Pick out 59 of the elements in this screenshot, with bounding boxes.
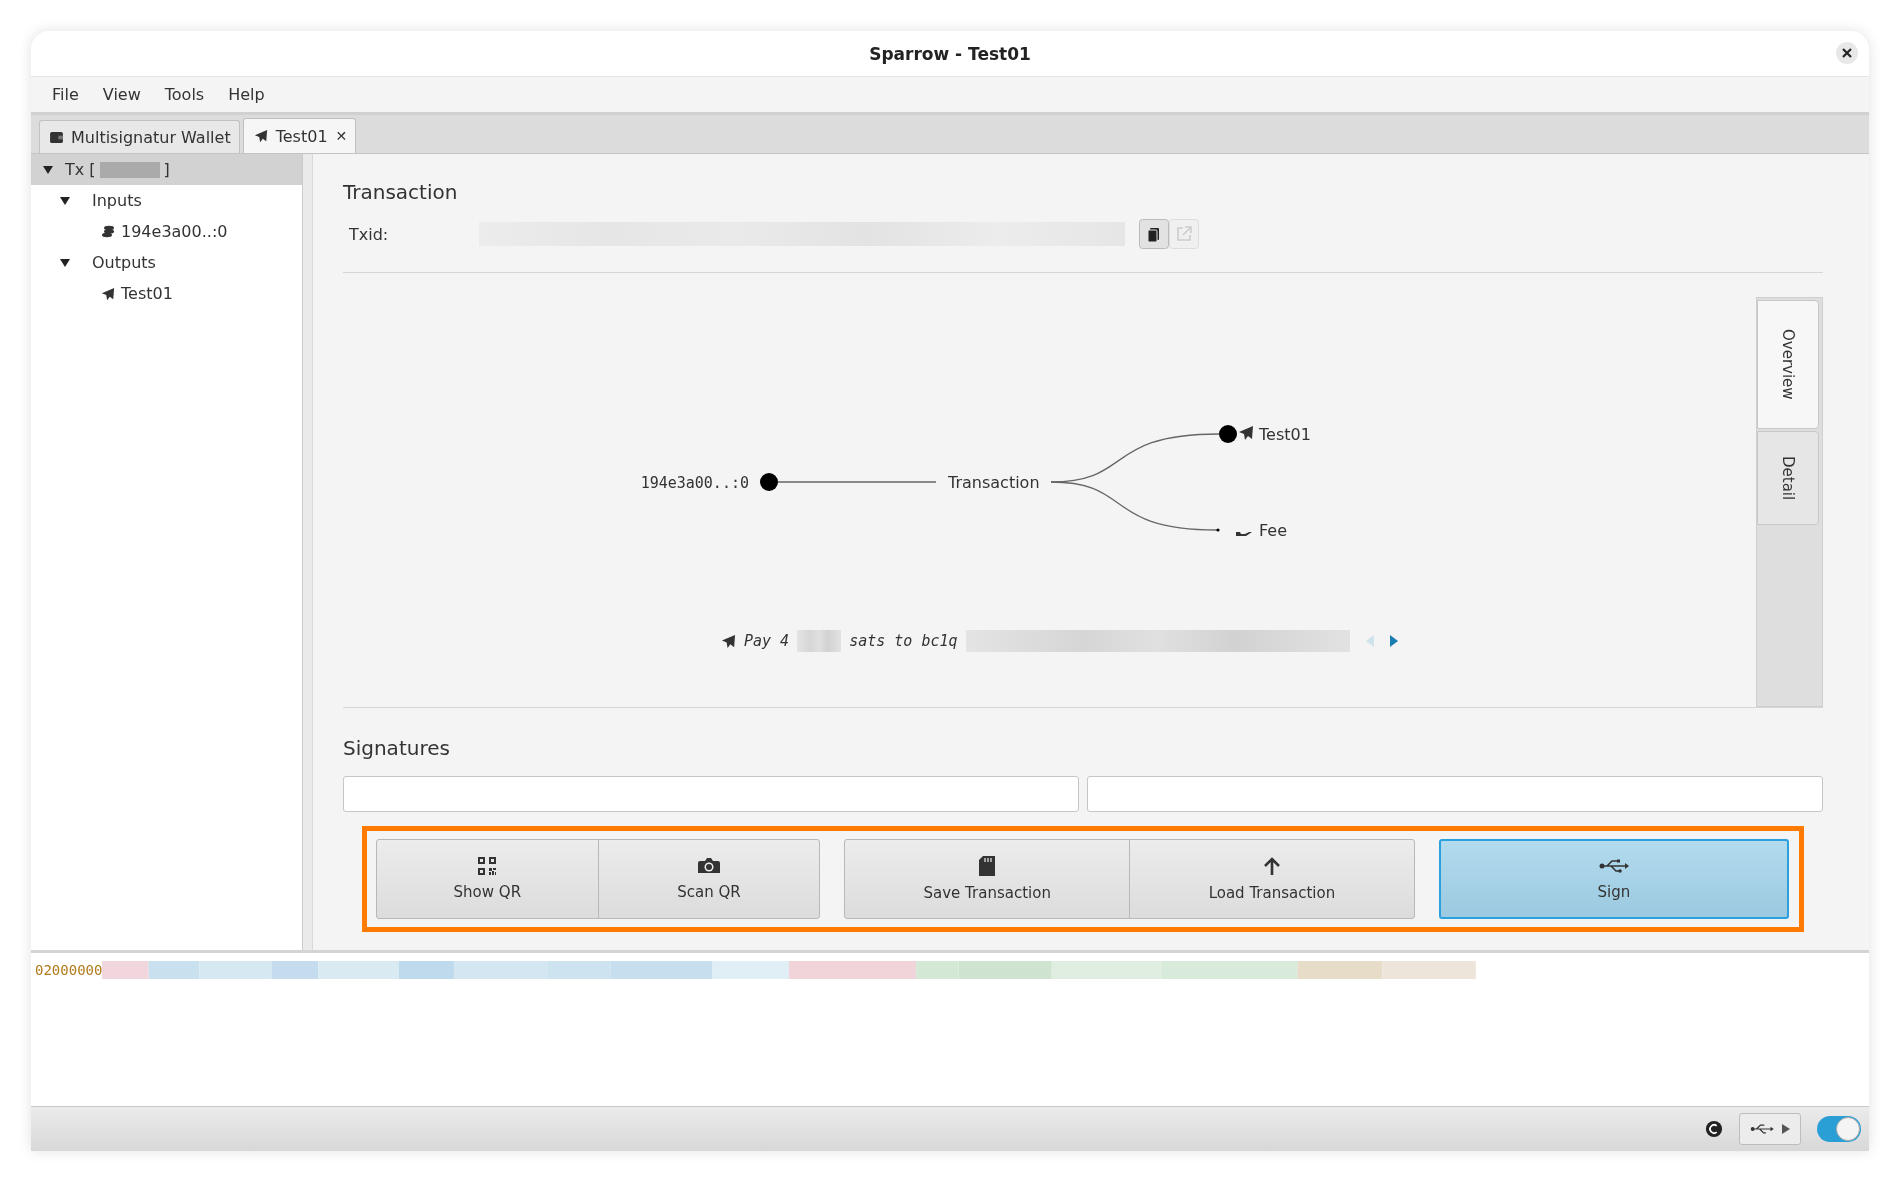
tree-item[interactable]: Tx [ ] <box>31 154 302 185</box>
tree-label: Tx [ <box>65 160 96 179</box>
output-node <box>1219 425 1237 443</box>
output-label: Fee <box>1259 521 1287 540</box>
section-heading: Transaction <box>343 180 459 204</box>
paper-plane-icon <box>253 129 268 143</box>
wallet-icon <box>50 131 63 143</box>
close-tab-button[interactable]: ✕ <box>335 128 348 144</box>
redacted-block <box>797 630 842 652</box>
close-icon[interactable] <box>1835 41 1859 65</box>
action-button[interactable]: Save Transaction <box>844 839 1131 919</box>
expand-arrow-icon[interactable] <box>60 196 70 205</box>
action-button[interactable]: Sign <box>1438 839 1789 919</box>
input-node <box>760 473 778 491</box>
usb-icon <box>1598 857 1629 875</box>
input-label: 194e3a00..:0 <box>640 474 749 492</box>
usb-icon <box>1750 1122 1774 1136</box>
document-tab[interactable]: Multisignatur Wallet <box>39 120 240 153</box>
side-tab[interactable]: Detail <box>1757 430 1819 525</box>
transaction-label: Transaction <box>948 473 1040 492</box>
tree-item[interactable]: 194e3a00..:0 <box>121 222 228 241</box>
action-button[interactable]: Load Transaction <box>1129 839 1415 919</box>
action-button[interactable]: Scan QR <box>597 839 821 919</box>
menu-item[interactable]: Help <box>228 85 265 104</box>
field-label: Txid: <box>348 224 390 244</box>
tree-label: ] <box>163 160 170 179</box>
camera-icon <box>698 857 720 875</box>
usb-device-button[interactable] <box>1739 1113 1801 1145</box>
tree-item[interactable]: Inputs <box>92 191 142 210</box>
hand-icon <box>1236 532 1252 536</box>
payment-text: Pay 4 <box>744 632 790 650</box>
coins-icon <box>101 224 115 239</box>
copy-icon[interactable] <box>1139 219 1169 249</box>
qr-code-icon <box>478 857 497 875</box>
paper-plane-icon <box>1239 426 1253 440</box>
menu-item[interactable]: View <box>102 85 141 104</box>
expand-arrow-icon[interactable] <box>43 165 53 174</box>
action-button[interactable]: Show QR <box>376 839 599 919</box>
toggle-switch[interactable] <box>1817 1116 1861 1142</box>
section-heading: Signatures <box>343 736 451 760</box>
document-tab[interactable]: Test01 ✕ <box>242 118 357 153</box>
memory-card-icon <box>979 856 996 876</box>
next-icon[interactable] <box>1389 635 1398 647</box>
paper-plane-icon <box>101 286 115 301</box>
redacted-block <box>99 161 160 178</box>
paper-plane-icon <box>721 633 736 649</box>
output-label: Test01 <box>1259 425 1311 444</box>
window-title: Sparrow - Test01 <box>869 43 1031 64</box>
hex-text: 02000000 <box>35 961 103 979</box>
payment-text: sats to bc1q <box>849 632 958 650</box>
menu-item[interactable]: Tools <box>164 85 205 104</box>
menu-item[interactable]: File <box>52 85 79 104</box>
tree-item[interactable]: Outputs <box>92 253 156 272</box>
side-tab[interactable]: Overview <box>1757 300 1819 429</box>
expand-arrow-icon[interactable] <box>60 258 70 267</box>
tree-item[interactable]: Test01 <box>121 284 173 303</box>
play-icon <box>1782 1124 1790 1134</box>
output-node <box>1216 528 1220 532</box>
coin-icon[interactable] <box>1705 1120 1723 1138</box>
